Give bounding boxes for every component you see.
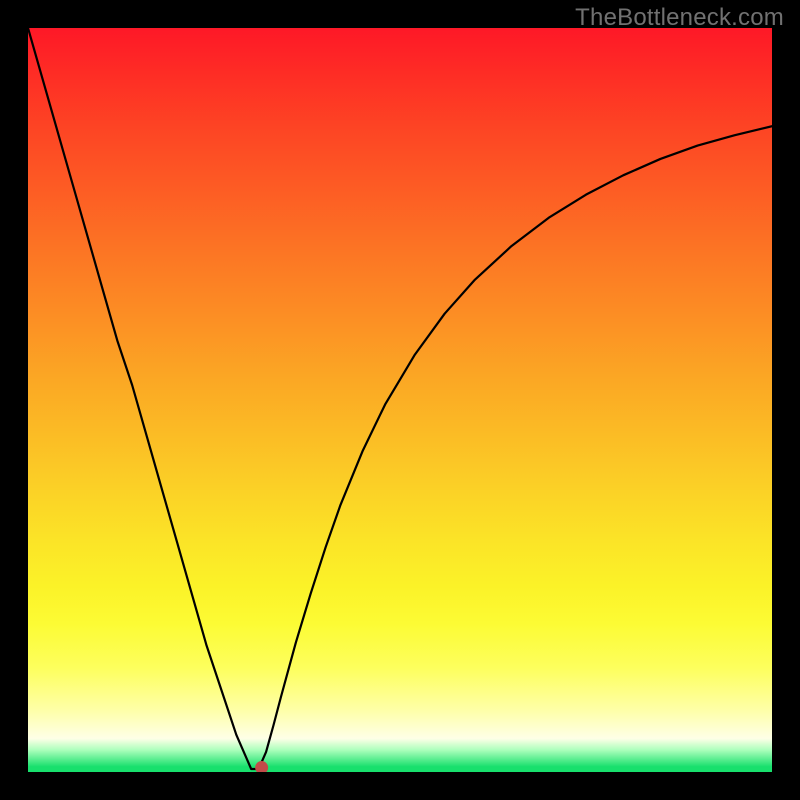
bottleneck-curve bbox=[28, 28, 772, 769]
marker-dot bbox=[255, 761, 268, 772]
chart-container: TheBottleneck.com bbox=[0, 0, 800, 800]
curve-layer bbox=[28, 28, 772, 772]
plot-area bbox=[28, 28, 772, 772]
watermark-text: TheBottleneck.com bbox=[575, 4, 784, 32]
